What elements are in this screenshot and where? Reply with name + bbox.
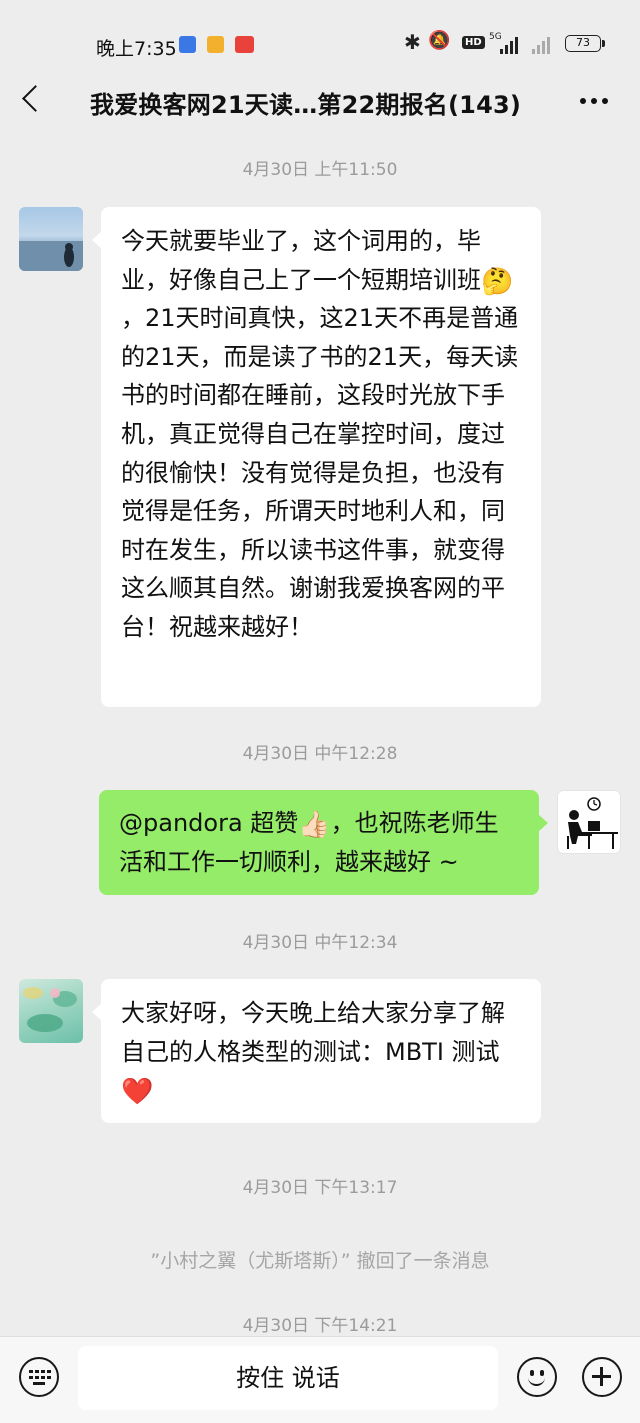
chat-header: 我爱换客网21天读…第22期报名(143) [0, 65, 640, 137]
message-text: 今天就要毕业了，这个词用的，毕业，好像自己上了一个短期培训班 [121, 227, 481, 294]
status-time: 晚上7:35 [96, 38, 177, 60]
thumbs-up-emoji-icon: 👍🏻 [298, 810, 331, 840]
thinking-emoji-icon: 🤔 [481, 266, 514, 297]
self-avatar[interactable] [557, 790, 621, 854]
message-bubble[interactable]: 今天就要毕业了，这个词用的，毕业，好像自己上了一个短期培训班🤔 ，21天时间真快，… [92, 207, 541, 707]
keyboard-icon[interactable] [19, 1357, 59, 1397]
recall-notice: ”小村之翼（尤斯塔斯）” 撤回了一条消息 [150, 1250, 490, 1272]
hold-to-talk-button[interactable]: 按住 说话 [78, 1346, 498, 1410]
back-arrow-icon[interactable] [16, 79, 52, 119]
battery-icon: 73 [565, 35, 605, 52]
network-label: 5G [489, 32, 502, 42]
notification-app-icon [207, 36, 224, 53]
notification-app-icon [179, 36, 196, 53]
message-timestamp: 4月30日 上午11:50 [242, 160, 398, 180]
chat-title: 我爱换客网21天读…第22期报名(143) [90, 91, 522, 119]
bluetooth-icon: ✱ [404, 30, 421, 54]
sender-avatar[interactable] [19, 207, 83, 271]
plus-icon[interactable] [582, 1357, 622, 1397]
message-text: ，21天时间真快，这21天不再是普通的21天，而是读了书的21天，每天读书的时间… [121, 304, 519, 641]
message-bubble-self[interactable]: @pandora 超赞👍🏻，也祝陈老师生活和工作一切顺利，越来越好 ~ [99, 790, 548, 895]
message-text: 大家好呀，今天晚上给大家分享了解自己的人格类型的测试：MBTI 测试 [121, 999, 505, 1066]
xiaohongshu-icon [235, 36, 254, 53]
avatar-image [19, 241, 83, 271]
chat-input-bar: 按住 说话 [0, 1336, 640, 1423]
emoji-icon[interactable] [517, 1357, 557, 1397]
message-timestamp: 4月30日 下午13:17 [242, 1178, 398, 1198]
message-timestamp: 4月30日 中午12:34 [242, 933, 398, 953]
more-icon[interactable] [574, 83, 614, 115]
avatar-image [23, 987, 77, 1032]
message-timestamp: 4月30日 下午14:21 [242, 1316, 398, 1336]
message-text: @pandora 超赞 [119, 809, 299, 837]
message-bubble[interactable]: 大家好呀，今天晚上给大家分享了解自己的人格类型的测试：MBTI 测试 ❤️ [92, 979, 541, 1123]
message-timestamp: 4月30日 中午12:28 [242, 744, 398, 764]
heart-emoji-icon: ❤️ [121, 1077, 154, 1108]
person-at-desk-icon [567, 797, 618, 849]
sender-avatar[interactable] [19, 979, 83, 1043]
hd-badge: HD [462, 36, 485, 49]
mute-icon: 🔕 [428, 30, 451, 51]
